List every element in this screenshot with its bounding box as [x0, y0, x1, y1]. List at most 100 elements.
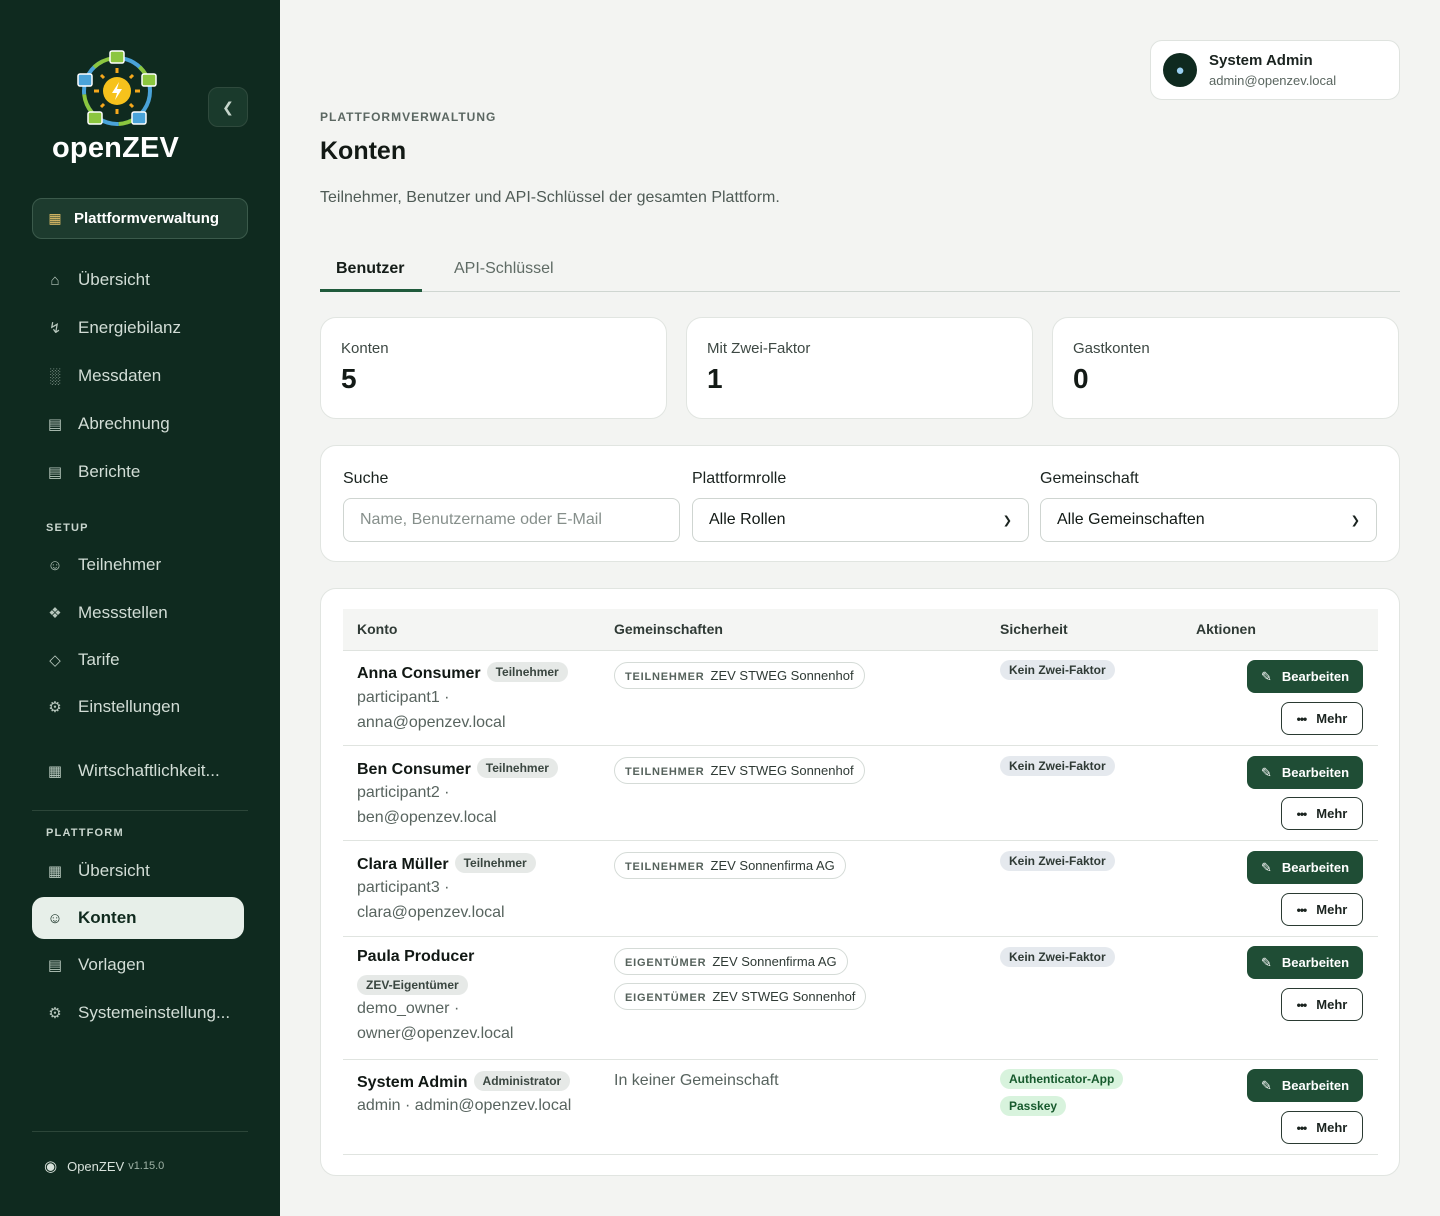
more-icon: ••• [1296, 711, 1308, 726]
sidebar-item-overview[interactable]: ⌂ Übersicht [32, 259, 244, 301]
sidebar-item-billing[interactable]: ▤ Abrechnung [32, 403, 244, 445]
sidebar-item-participants[interactable]: ☺ Teilnehmer [32, 544, 244, 586]
collapse-sidebar-button[interactable]: ❮ [208, 87, 248, 127]
communities-cell: EIGENTÜMER ZEV Sonnenfirma AG EIGENTÜMER Z… [614, 948, 867, 1010]
table-row: Anna Consumer Teilnehmer participant1 · a… [343, 651, 1378, 746]
security-badge: Passkey [1000, 1096, 1067, 1116]
column-header-actions: Aktionen [1196, 621, 1256, 637]
security-cell: Authenticator-App Passkey [1000, 1069, 1124, 1116]
edit-button[interactable]: ✎ Bearbeiten [1247, 756, 1363, 789]
community-select-value: Alle Gemeinschaften [1057, 511, 1205, 528]
account-email: ben@openzev.local [357, 809, 497, 826]
community-name: ZEV STWEG Sonnenhof [710, 763, 854, 778]
column-header-security: Sicherheit [1000, 621, 1068, 637]
more-icon: ••• [1296, 806, 1308, 821]
bolt-icon: ↯ [48, 320, 62, 337]
sidebar-divider [32, 810, 248, 811]
filter-panel: Suche Name, Benutzername oder E-Mail Pla… [320, 445, 1400, 562]
sidebar-item-economics[interactable]: ▦ Wirtschaftlichkeit... [32, 750, 244, 792]
sidebar-item-label: Abrechnung [78, 414, 170, 433]
role-badge: Teilnehmer [454, 853, 536, 873]
page-title: Konten [320, 137, 407, 165]
stat-label: Mit Zwei-Faktor [707, 340, 811, 357]
edit-button[interactable]: ✎ Bearbeiten [1247, 660, 1363, 693]
search-group: Suche Name, Benutzername oder E-Mail [343, 470, 680, 542]
community-role: EIGENTÜMER [625, 957, 707, 969]
role-filter-label: Plattformrolle [692, 470, 787, 487]
tab-api-keys[interactable]: API-Schlüssel [454, 260, 554, 278]
stat-label: Konten [341, 340, 389, 357]
community-select[interactable]: Alle Gemeinschaften ❯ [1040, 498, 1377, 542]
sidebar: openZEV ❮ ▦ Plattformverwaltung ⌂ Übersi… [0, 0, 280, 1216]
logo-text: openZEV [52, 132, 180, 164]
sidebar-item-tariffs[interactable]: ◇ Tarife [32, 639, 244, 681]
tag-icon: ◇ [49, 652, 61, 669]
sidebar-item-reports[interactable]: ▤ Berichte [32, 451, 244, 493]
sidebar-item-settings[interactable]: ⚙ Einstellungen [32, 686, 244, 728]
active-tab-indicator [320, 289, 422, 292]
security-cell: Kein Zwei-Faktor [1000, 756, 1115, 776]
table-row: Clara Müller Teilnehmer participant3 · cl… [343, 841, 1378, 937]
account-name: Clara Müller [357, 856, 449, 873]
more-button[interactable]: ••• Mehr [1281, 893, 1363, 926]
sidebar-item-system-settings[interactable]: ⚙ Systemeinstellung... [32, 992, 244, 1034]
role-badge: ZEV-Eigentümer [357, 975, 468, 995]
more-button[interactable]: ••• Mehr [1281, 702, 1363, 735]
avatar-icon: ● [1163, 53, 1197, 87]
sidebar-item-platform-overview[interactable]: ▦ Übersicht [32, 850, 244, 892]
sidebar-item-metering-points[interactable]: ❖ Messstellen [32, 592, 244, 634]
account-name: System Admin [357, 1074, 468, 1091]
settings-icon: ⚙ [48, 699, 62, 716]
tab-users[interactable]: Benutzer [336, 260, 404, 278]
account-username: demo_owner · [357, 1000, 460, 1017]
search-label: Suche [343, 470, 389, 487]
more-label: Mehr [1316, 711, 1348, 726]
communities-cell: In keiner Gemeinschaft [614, 1072, 779, 1090]
sidebar-item-label: Übersicht [78, 861, 150, 880]
stat-card-guest-accounts: Gastkonten 0 [1052, 317, 1399, 419]
user-icon: ☺ [47, 556, 63, 574]
more-button[interactable]: ••• Mehr [1281, 1111, 1363, 1144]
community-chip: TEILNEHMER ZEV STWEG Sonnenhof [614, 757, 865, 784]
community-role: EIGENTÜMER [625, 992, 707, 1004]
sidebar-item-energy-balance[interactable]: ↯ Energiebilanz [32, 307, 244, 349]
role-select[interactable]: Alle Rollen ❯ [692, 498, 1029, 542]
account-name: Paula Producer [357, 948, 475, 965]
search-input[interactable]: Name, Benutzername oder E-Mail [343, 498, 680, 542]
page-description: Teilnehmer, Benutzer und API-Schlüssel d… [320, 189, 780, 206]
community-chip: EIGENTÜMER ZEV STWEG Sonnenhof [614, 983, 867, 1010]
no-community-text: In keiner Gemeinschaft [614, 1072, 779, 1089]
more-button[interactable]: ••• Mehr [1281, 988, 1363, 1021]
more-label: Mehr [1316, 806, 1348, 821]
user-menu[interactable]: ● System Admin admin@openzev.local [1150, 40, 1400, 100]
receipt-icon: ▤ [47, 416, 63, 433]
setup-section-label: SETUP [46, 522, 89, 534]
platform-admin-pill[interactable]: ▦ Plattformverwaltung [32, 198, 248, 239]
table-row: Ben Consumer Teilnehmer participant2 · be… [343, 746, 1378, 841]
role-badge: Teilnehmer [476, 758, 558, 778]
bar-chart-icon: ░ [49, 367, 61, 385]
sidebar-item-measurements[interactable]: ░ Messdaten [32, 355, 244, 397]
footer-version: v1.15.0 [128, 1160, 165, 1172]
account-cell: Paula Producer ZEV-Eigentümer demo_owner… [357, 948, 607, 1046]
pencil-icon: ✎ [1260, 668, 1272, 684]
github-link[interactable]: ◉ OpenZEV v1.15.0 [44, 1157, 164, 1175]
account-email: owner@openzev.local [357, 1025, 514, 1042]
logo[interactable]: openZEV [48, 48, 188, 165]
communities-cell: TEILNEHMER ZEV Sonnenfirma AG [614, 852, 846, 879]
building-icon: ▦ [48, 210, 62, 226]
more-button[interactable]: ••• Mehr [1281, 797, 1363, 830]
column-header-account: Konto [357, 621, 398, 637]
edit-button[interactable]: ✎ Bearbeiten [1247, 946, 1363, 979]
table-row: Paula Producer ZEV-Eigentümer demo_owner… [343, 937, 1378, 1060]
account-name: Ben Consumer [357, 761, 471, 778]
sidebar-item-accounts[interactable]: ☺ Konten [32, 897, 244, 939]
column-header-communities: Gemeinschaften [614, 621, 723, 637]
edit-button[interactable]: ✎ Bearbeiten [1247, 851, 1363, 884]
settings-icon: ⚙ [48, 1005, 62, 1022]
user-email: admin@openzev.local [1209, 73, 1337, 88]
sidebar-item-templates[interactable]: ▤ Vorlagen [32, 944, 244, 986]
communities-cell: TEILNEHMER ZEV STWEG Sonnenhof [614, 757, 865, 784]
edit-button[interactable]: ✎ Bearbeiten [1247, 1069, 1363, 1102]
table-header: Konto Gemeinschaften Sicherheit Aktionen [343, 609, 1378, 651]
